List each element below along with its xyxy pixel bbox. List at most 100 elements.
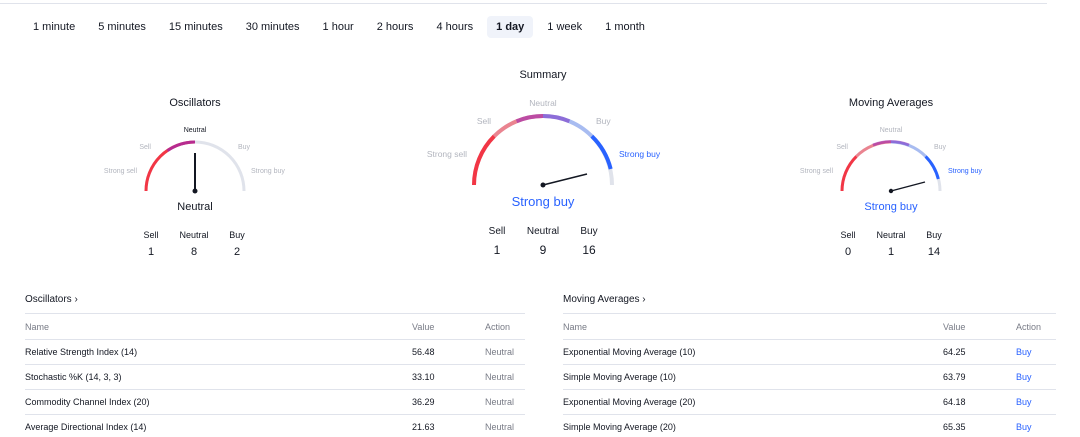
indicator-value: 65.35 <box>943 422 966 432</box>
indicator-name: Relative Strength Index (14) <box>25 347 138 357</box>
sell-count: Sell 0 <box>827 230 870 258</box>
sell-count-value: 1 <box>147 246 155 258</box>
oscillators-verdict: Neutral <box>177 201 213 213</box>
table-row: Relative Strength Index (14) 56.48 Neutr… <box>25 340 525 365</box>
summary-gauge: Strong sell Sell Neutral Buy Strong buy <box>427 98 661 188</box>
neutral-count-label: Neutral <box>179 230 209 240</box>
sell-count: Sell 1 <box>474 226 520 257</box>
table-row: Simple Moving Average (10) 63.79 Buy <box>563 365 1056 390</box>
indicator-value: 21.63 <box>412 422 435 432</box>
indicator-name: Simple Moving Average (10) <box>563 372 676 382</box>
tab-1-day[interactable]: 1 day <box>487 16 534 38</box>
buy-count-label: Buy <box>580 226 598 237</box>
tab-1-month[interactable]: 1 month <box>596 16 654 38</box>
gauge-sell-label: Sell <box>477 116 491 126</box>
indicator-value: 64.25 <box>943 347 966 357</box>
neutral-count: Neutral 8 <box>173 230 216 258</box>
gauge-buy-arc <box>890 140 927 158</box>
gauge-strong-sell-label: Strong sell <box>800 168 834 175</box>
value-column-header: Value <box>412 321 435 332</box>
name-column-header: Name <box>25 321 50 332</box>
sell-count-label: Sell <box>840 230 856 240</box>
indicator-action: Neutral <box>485 372 515 382</box>
gauge-buy-arc <box>542 114 594 138</box>
buy-count-value: 2 <box>233 246 241 258</box>
moving-averages-section-link[interactable]: Moving Averages › <box>563 292 1056 314</box>
table-row: Simple Moving Average (20) 65.35 Buy <box>563 415 1056 437</box>
gauge-sell-label: Sell <box>139 144 151 151</box>
gauge-neutral-label: Neutral <box>184 127 207 134</box>
indicator-action: Neutral <box>485 397 515 407</box>
tab-1-minute[interactable]: 1 minute <box>24 16 84 38</box>
indicator-action: Buy <box>1016 422 1032 432</box>
gauge-needle <box>542 173 588 186</box>
tab-1-week[interactable]: 1 week <box>538 16 591 38</box>
tab-5-minutes[interactable]: 5 minutes <box>89 16 155 38</box>
gauge-strong-buy-label: Strong buy <box>251 168 285 175</box>
sell-count-value: 0 <box>844 246 852 258</box>
indicator-action: Neutral <box>485 347 515 357</box>
gauge-needle <box>890 181 926 192</box>
oscillators-section-link[interactable]: Oscillators › <box>25 292 525 314</box>
gauge-needle-pivot <box>888 188 894 194</box>
neutral-count-value: 9 <box>539 243 547 257</box>
indicator-name: Commodity Channel Index (20) <box>25 397 150 407</box>
indicator-name: Exponential Moving Average (20) <box>563 397 696 407</box>
tab-30-minutes[interactable]: 30 minutes <box>237 16 309 38</box>
indicator-action: Buy <box>1016 347 1032 357</box>
indicator-name: Exponential Moving Average (10) <box>563 347 696 357</box>
indicator-name: Stochastic %K (14, 3, 3) <box>25 372 122 382</box>
gauge-neutral-label: Neutral <box>529 98 557 108</box>
sell-count: Sell 1 <box>130 230 173 258</box>
summary-gauge-title: Summary <box>519 69 567 81</box>
table-row: Exponential Moving Average (20) 64.18 Bu… <box>563 390 1056 415</box>
gauge-needle-pivot <box>540 182 546 188</box>
gauge-strong-buy-label: Strong buy <box>948 168 982 175</box>
buy-count: Buy 16 <box>566 226 612 257</box>
table-row: Average Directional Index (14) 21.63 Neu… <box>25 415 525 437</box>
summary-verdict: Strong buy <box>511 194 575 209</box>
action-column-header: Action <box>485 321 511 332</box>
table-header-row: Name Value Action <box>563 314 1056 340</box>
table-row: Commodity Channel Index (20) 36.29 Neutr… <box>25 390 525 415</box>
gauge-strong-buy-arc <box>924 155 940 180</box>
gauge-strong-buy-label: Strong buy <box>619 149 661 159</box>
moving-averages-verdict: Strong buy <box>864 201 918 213</box>
indicator-name: Simple Moving Average (20) <box>563 422 676 432</box>
table-row: Stochastic %K (14, 3, 3) 33.10 Neutral <box>25 365 525 390</box>
tab-2-hours[interactable]: 2 hours <box>368 16 423 38</box>
neutral-count: Neutral 1 <box>870 230 913 258</box>
gauge-track <box>472 114 614 186</box>
oscillators-counts: Sell 1 Neutral 8 Buy 2 <box>130 230 259 258</box>
moving-averages-table: Moving Averages › Name Value Action Expo… <box>563 292 1056 437</box>
indicator-value: 64.18 <box>943 397 966 407</box>
gauge-track <box>840 140 942 192</box>
buy-count-label: Buy <box>229 230 245 240</box>
buy-count: Buy 2 <box>216 230 259 258</box>
indicator-action: Buy <box>1016 372 1032 382</box>
tab-15-minutes[interactable]: 15 minutes <box>160 16 232 38</box>
gauge-needle-pivot <box>192 188 198 194</box>
table-header-row: Name Value Action <box>25 314 525 340</box>
buy-count-value: 16 <box>582 243 596 257</box>
tab-4-hours[interactable]: 4 hours <box>427 16 482 38</box>
neutral-count-value: 8 <box>190 246 198 258</box>
indicator-value: 33.10 <box>412 372 435 382</box>
gauge-strong-buy-arc <box>590 134 613 170</box>
buy-count-value: 14 <box>927 246 941 258</box>
gauge-sell-arc <box>840 155 858 192</box>
indicator-value: 36.29 <box>412 397 435 407</box>
indicator-name: Average Directional Index (14) <box>25 422 147 432</box>
top-divider <box>0 3 1047 4</box>
neutral-count: Neutral 9 <box>520 226 566 257</box>
neutral-count-label: Neutral <box>876 230 906 240</box>
gauge-buy-label: Buy <box>596 116 611 126</box>
gauge-strong-sell-label: Strong sell <box>104 168 138 175</box>
gauge-buy-label: Buy <box>934 144 947 151</box>
action-column-header: Action <box>1016 321 1042 332</box>
tab-1-hour[interactable]: 1 hour <box>314 16 363 38</box>
neutral-count-value: 1 <box>887 246 895 258</box>
gauge-neutral-label: Neutral <box>880 127 903 134</box>
name-column-header: Name <box>563 321 588 332</box>
oscillators-gauge: Strong sell Sell Neutral Buy Strong buy <box>104 127 285 194</box>
